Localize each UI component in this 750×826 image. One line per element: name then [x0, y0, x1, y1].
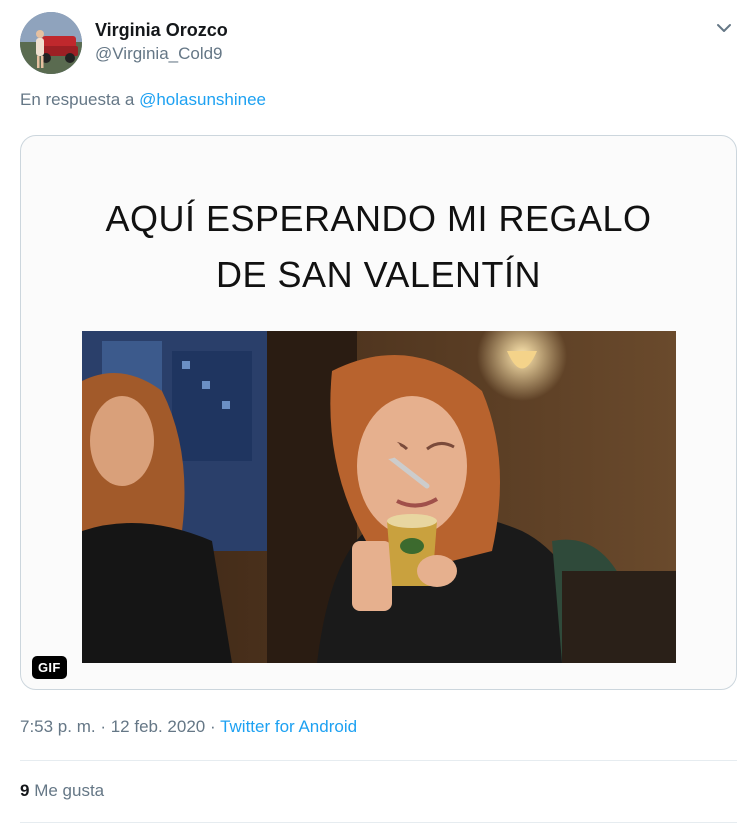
likes-stat[interactable]: 9 Me gusta: [20, 781, 104, 801]
divider: [20, 822, 737, 823]
tweet-time[interactable]: 7:53 p. m.: [20, 717, 96, 736]
display-name[interactable]: Virginia Orozco: [95, 20, 228, 41]
divider: [20, 760, 737, 761]
tweet-source-link[interactable]: Twitter for Android: [220, 717, 357, 736]
meta-separator: ·: [205, 717, 221, 736]
likes-label: Me gusta: [34, 781, 105, 800]
reply-mention-link[interactable]: @holasunshinee: [139, 90, 266, 109]
avatar[interactable]: [20, 12, 82, 74]
reply-prefix: En respuesta a: [20, 90, 135, 109]
meme-caption-line-2: DE SAN VALENTÍN: [216, 254, 541, 295]
gif-badge: GIF: [32, 656, 67, 679]
meme-caption-line-1: AQUÍ ESPERANDO MI REGALO: [105, 198, 652, 239]
reply-context: En respuesta a @holasunshinee: [20, 90, 266, 110]
meme-caption: AQUÍ ESPERANDO MI REGALO DE SAN VALENTÍN: [21, 191, 736, 303]
media-card[interactable]: AQUÍ ESPERANDO MI REGALO DE SAN VALENTÍN: [20, 135, 737, 690]
tweet: Virginia Orozco @Virginia_Cold9 En respu…: [0, 0, 750, 826]
meta-separator: ·: [95, 717, 111, 736]
user-handle[interactable]: @Virginia_Cold9: [95, 44, 223, 64]
chevron-down-icon[interactable]: [714, 20, 734, 36]
tweet-metadata: 7:53 p. m. · 12 feb. 2020 · Twitter for …: [20, 717, 357, 737]
gif-image[interactable]: [82, 331, 676, 663]
tweet-date[interactable]: 12 feb. 2020: [111, 717, 206, 736]
likes-count: 9: [20, 781, 30, 800]
